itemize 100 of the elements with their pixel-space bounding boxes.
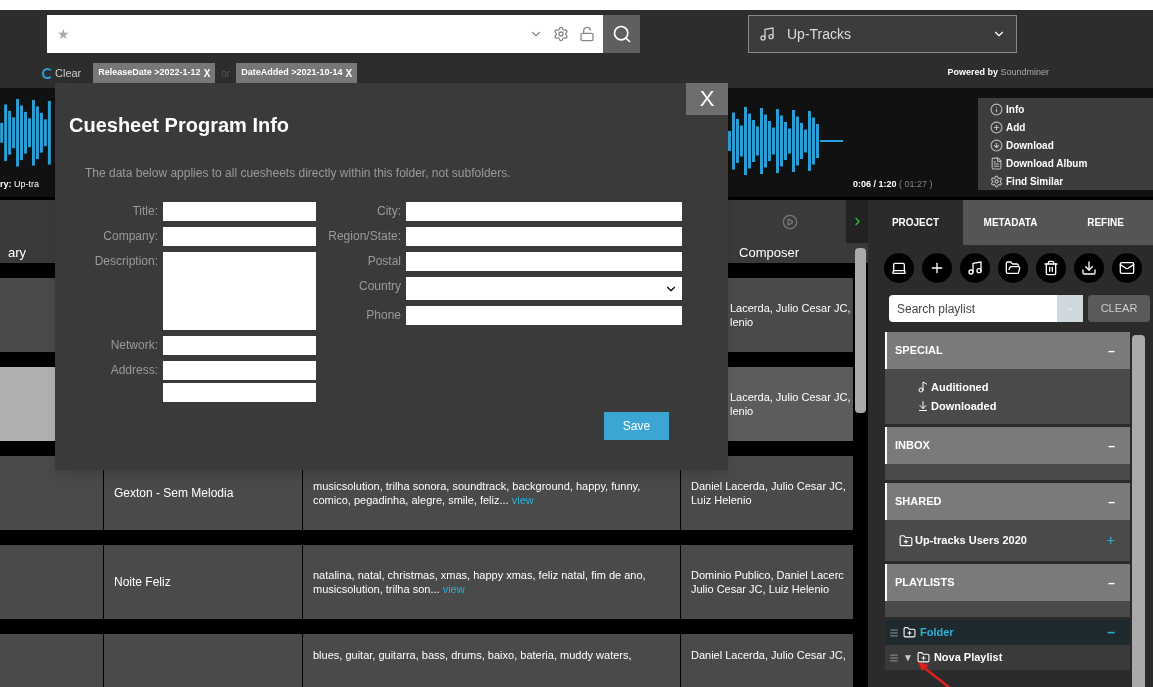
collapse-toggle[interactable]: – <box>1108 341 1115 360</box>
table-cell: Dominio Publico, Daniel Lacerc Julio Cesar JC, Luiz Helenio <box>681 544 853 619</box>
collapse-toggle[interactable]: – <box>1108 573 1115 592</box>
filter-chip[interactable]: DateAdded >2021-10-14 X <box>236 63 358 83</box>
folder-plus-icon <box>903 626 916 639</box>
table-cell: Daniel Lacerda, Julio Cesar JC, Luiz Helenio <box>681 455 853 530</box>
expand-tab[interactable] <box>846 200 868 243</box>
text-field[interactable] <box>406 227 682 246</box>
toolbar-button[interactable] <box>884 253 914 283</box>
playlist-search-field[interactable]: Search playlist <box>889 295 1083 322</box>
panel-tab[interactable]: REFINE <box>1058 200 1153 245</box>
search-field[interactable]: ★ <box>47 15 603 53</box>
table-cell: blues, guitar, guitarra, bass, drums, baixo, bateria, muddy waters, <box>303 633 680 687</box>
text-field[interactable] <box>163 336 316 355</box>
description-field[interactable] <box>163 252 316 330</box>
section-header[interactable]: INBOX – <box>885 427 1130 464</box>
action-item[interactable]: Info <box>990 101 1153 117</box>
playlist-label: Nova Playlist <box>933 650 1004 666</box>
add-toggle[interactable]: + <box>1106 530 1115 551</box>
star-glyph[interactable]: ★ <box>57 23 519 45</box>
action-item[interactable]: Download <box>990 137 1153 153</box>
panel-tab[interactable]: METADATA <box>963 200 1058 245</box>
filter-chip[interactable]: ReleaseDate >2022-1-12 X <box>93 63 216 83</box>
address-field[interactable] <box>163 383 316 402</box>
collapse-toggle[interactable]: – <box>1108 436 1115 455</box>
collapse-toggle[interactable]: – <box>1108 492 1115 511</box>
table-cell[interactable] <box>0 633 103 687</box>
download-icon <box>1081 260 1097 276</box>
section-header[interactable]: SPECIAL – <box>885 332 1130 369</box>
section-header[interactable]: SHARED – <box>885 483 1130 520</box>
dialog-title: Cuesheet Program Info <box>69 113 290 138</box>
drag-handle-icon[interactable] <box>889 652 899 663</box>
field-label: Title: <box>131 203 158 220</box>
view-link[interactable]: view <box>511 493 534 506</box>
remove-filter[interactable]: X <box>345 65 353 81</box>
scrollbar-thumb[interactable] <box>855 248 866 413</box>
music-note-icon <box>759 26 775 42</box>
field-label: Region/State: <box>327 228 401 245</box>
table-cell[interactable] <box>0 544 103 619</box>
text-field[interactable] <box>163 227 316 246</box>
library-select[interactable]: Up-Tracks <box>748 15 1017 53</box>
plus-circle-icon <box>990 120 1003 134</box>
annotation-arrow-drawing <box>916 660 952 687</box>
document-icon <box>990 156 1003 170</box>
playlist-item[interactable]: ▼ Nova Playlist <box>885 645 1130 670</box>
action-item[interactable]: Add <box>990 119 1153 135</box>
toolbar-button[interactable] <box>1112 253 1142 283</box>
table-cell: natalina, natal, christmas, xmas, happy xmas, feliz natal, fim de ano, musicsolution, trilha son... view <box>303 544 680 619</box>
text-field[interactable] <box>406 306 682 325</box>
plus-icon <box>929 260 945 276</box>
settings-icon[interactable] <box>553 26 569 42</box>
toolbar-button[interactable] <box>998 253 1028 283</box>
column-header: ary <box>8 244 27 262</box>
action-item[interactable]: Find Similar <box>990 173 1153 189</box>
drag-handle-icon[interactable] <box>889 627 899 638</box>
playback-time: 0:06 / 1:20 ( 01:27 ) <box>853 177 933 191</box>
play-icon[interactable] <box>782 213 798 230</box>
field-label: Company: <box>102 228 158 245</box>
clear-button[interactable]: CLEAR <box>1088 295 1150 322</box>
text-field[interactable] <box>163 202 316 221</box>
trash-icon <box>1043 260 1059 276</box>
field-label: Phone <box>365 307 401 324</box>
unlock-icon[interactable] <box>579 26 595 42</box>
section-item[interactable]: Auditioned <box>917 379 1115 396</box>
search-icon <box>611 24 632 44</box>
playlist-search-input[interactable]: Search playlist <box>889 299 1057 318</box>
folder-plus-icon <box>916 651 930 664</box>
toolbar-button[interactable] <box>960 253 990 283</box>
toolbar-button[interactable] <box>922 253 952 283</box>
field-label: Address: <box>109 362 158 379</box>
section-header[interactable]: PLAYLISTS – <box>885 564 1130 601</box>
expand-caret[interactable]: ▼ <box>903 650 913 665</box>
playlist-item[interactable]: Folder – <box>885 620 1130 645</box>
save-button[interactable]: Save <box>604 412 669 440</box>
address-field[interactable] <box>163 361 316 380</box>
text-field[interactable] <box>406 252 682 271</box>
table-cell[interactable] <box>0 455 103 530</box>
close-button[interactable]: X <box>686 83 728 115</box>
laptop-icon <box>891 260 907 276</box>
clear-button[interactable]: Clear <box>42 64 82 82</box>
table-cell: Daniel Lacerda, Julio Cesar JC, <box>681 633 853 687</box>
field-label: City: <box>376 203 401 220</box>
toolbar-button[interactable] <box>1036 253 1066 283</box>
section-item[interactable]: Up-tracks Users 2020 + <box>899 530 1115 551</box>
search-button[interactable] <box>603 15 640 53</box>
section-item[interactable]: Downloaded <box>917 397 1115 414</box>
country-select[interactable] <box>406 277 682 300</box>
scrollbar-thumb[interactable] <box>1132 335 1145 687</box>
remove-filter[interactable]: X <box>203 65 211 81</box>
action-item[interactable]: Download Album <box>990 155 1153 171</box>
music-note-icon <box>917 381 929 394</box>
toolbar-button[interactable] <box>1074 253 1104 283</box>
library-label: ry: Up-tra <box>0 177 41 191</box>
download-bar-icon <box>917 399 929 412</box>
text-field[interactable] <box>406 202 682 221</box>
folder-plus-icon <box>899 533 913 548</box>
table-cell: Noite Feliz <box>104 544 302 619</box>
collapse-toggle[interactable]: – <box>1107 622 1115 643</box>
view-link[interactable]: view <box>442 582 465 595</box>
info-icon <box>990 102 1003 116</box>
